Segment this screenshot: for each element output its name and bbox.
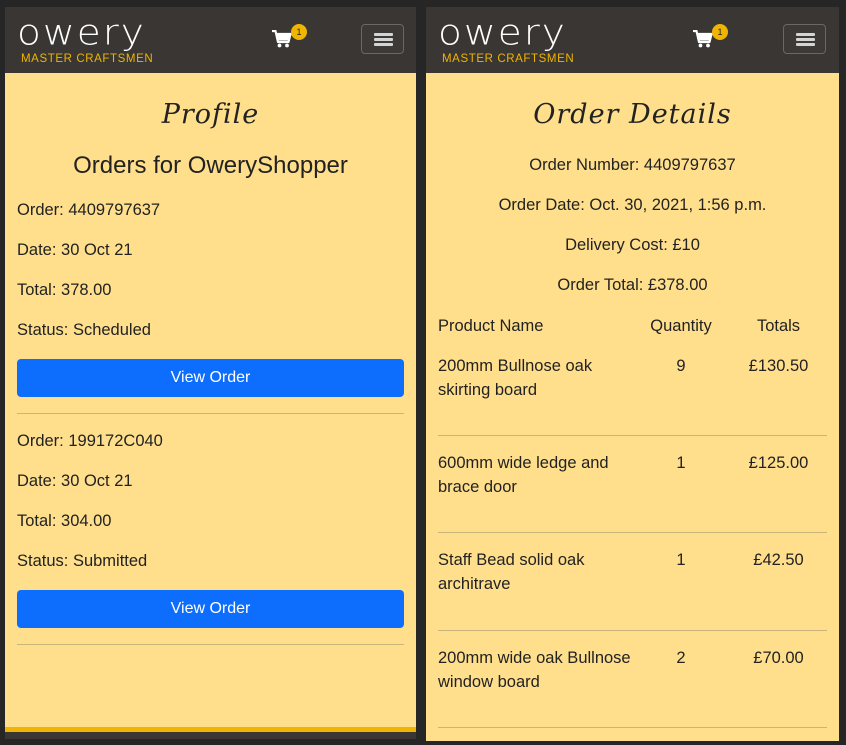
hamburger-icon-bar [796,38,815,41]
cart-count-badge: 1 [712,24,728,40]
navbar: owery MASTER CRAFTSMEN 1 [426,7,839,73]
order-status: Status: Submitted [17,552,148,570]
column-header-totals: Totals [756,317,801,335]
order-date: Date: 30 Oct 21 [17,472,133,490]
item-quantity: 9 [676,357,686,375]
order-date: Order Date: Oct. 30, 2021, 1:56 p.m. [498,196,767,214]
item-name: 600mm wide ledge and brace door [438,454,609,496]
item-quantity: 1 [676,551,686,569]
view-order-button[interactable]: View Order [17,590,404,628]
profile-panel: owery MASTER CRAFTSMEN 1 Profile Orders … [5,7,416,739]
column-header-quantity: Quantity [650,317,712,335]
row-divider [438,727,827,728]
row-divider [438,532,827,533]
divider [17,644,404,645]
order-details-panel: owery MASTER CRAFTSMEN 1 Order Details O… [426,7,839,741]
order-total: Order Total: £378.00 [557,276,708,294]
hamburger-icon-bar [374,43,393,46]
order-number: Order Number: 4409797637 [529,156,736,174]
item-total: £70.00 [753,649,804,667]
order-total: Total: 304.00 [17,512,112,530]
footer-bar [5,727,416,739]
hamburger-icon-bar [374,38,393,41]
logo-wordmark: owery [17,12,146,54]
row-divider [438,435,827,436]
logo-wordmark: owery [438,12,567,54]
column-header-product: Product Name [438,317,544,335]
item-quantity: 2 [676,649,686,667]
item-name: 200mm Bullnose oak skirting board [438,357,593,399]
menu-toggle-button[interactable] [783,24,826,54]
hamburger-icon-bar [796,43,815,46]
item-total: £42.50 [753,551,804,569]
divider [17,413,404,414]
order-date: Date: 30 Oct 21 [17,241,133,259]
orders-title: Orders for OweryShopper [73,152,348,179]
row-divider [438,630,827,631]
page-title: Order Details [533,99,732,130]
order-total: Total: 378.00 [17,281,112,299]
menu-toggle-button[interactable] [361,24,404,54]
navbar: owery MASTER CRAFTSMEN 1 [5,7,416,73]
logo-tagline: MASTER CRAFTSMEN [21,53,154,65]
order-status: Status: Scheduled [17,321,151,339]
brand-logo[interactable]: owery MASTER CRAFTSMEN [17,15,153,65]
brand-logo[interactable]: owery MASTER CRAFTSMEN [438,15,574,65]
view-order-button[interactable]: View Order [17,359,404,397]
item-total: £130.50 [748,357,809,375]
logo-tagline: MASTER CRAFTSMEN [442,53,575,65]
item-quantity: 1 [676,454,686,472]
item-name: Staff Bead solid oak architrave [438,551,585,593]
cart-button[interactable]: 1 [272,24,307,54]
item-name: 200mm wide oak Bullnose window board [438,649,631,691]
hamburger-icon [374,33,393,36]
page-title: Profile [161,99,260,130]
order-number: Order: 4409797637 [17,201,161,219]
delivery-cost: Delivery Cost: £10 [565,236,700,254]
cart-count-badge: 1 [291,24,307,40]
item-total: £125.00 [748,454,809,472]
cart-icon [272,30,292,48]
hamburger-icon [796,33,815,36]
cart-icon [693,30,713,48]
order-number: Order: 199172C040 [17,432,163,450]
cart-button[interactable]: 1 [693,24,728,54]
